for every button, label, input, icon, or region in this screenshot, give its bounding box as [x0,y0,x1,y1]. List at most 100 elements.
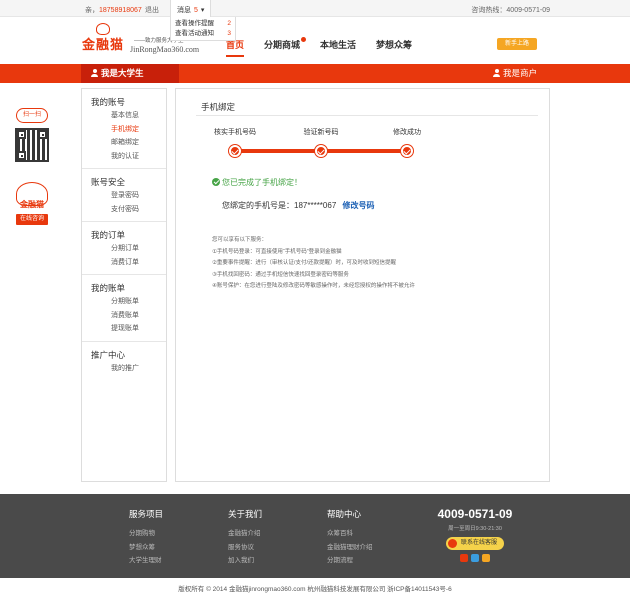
footer-hotline: 4009-0571-09 周一至周日9:30-21:30 联系在线客服 [435,507,515,562]
qr-float-panel: 扫一扫 金融猫 在线咨询 [12,108,52,225]
sidebar-group-promotion: 推广中心 我的推广 [82,342,166,381]
success-check-icon [212,178,220,186]
sidebar-item-installment-bills[interactable]: 分期账单 [82,295,166,309]
tip-line: ②重要事件提醒：进行（审核认证/支付/还款提醒）时，可及时收到短信提醒 [212,260,396,266]
sidebar-group-title: 我的订单 [91,230,126,240]
role-merchant-label: 我是商户 [503,68,538,78]
page-title: 手机绑定 [201,102,236,112]
footer-column-about: 关于我们 金融猫介绍 服务协议 加入我们 [228,508,262,568]
qq-icon[interactable] [471,554,479,562]
messages-menu[interactable]: 消息 5 ▾ [170,0,212,17]
sidebar-group-title: 账号安全 [91,177,126,187]
site-footer: 服务项目 分期购物 梦想众筹 大学生理财 关于我们 金融猫介绍 服务协议 加入我… [0,494,630,578]
account-sidebar: 我的账号 基本信息 手机绑定 邮箱绑定 我的认证 账号安全 登录密码 支付密码 … [81,88,167,482]
messages-dropdown: 查看操作提醒 2 查看活动通知 3 [170,17,236,41]
sidebar-group-title: 我的账号 [91,97,126,107]
online-consult-button[interactable]: 在线咨询 [16,214,48,225]
tip-line: ④账号保护：在您进行登陆及修改密码等敏感操作时，未经您授权的操作将不被允许 [212,283,415,289]
footer-hotline-number: 4009-0571-09 [437,507,513,521]
logo-domain: JinRongMao360.com [130,45,200,54]
footer-link[interactable]: 金融猫介绍 [228,527,262,541]
main-nav: 首页 分期商城 本地生活 梦想众筹 [226,37,432,57]
messages-count: 5 [193,7,198,14]
sidebar-item-phone-binding[interactable]: 手机绑定 [82,123,166,137]
footer-link[interactable]: 梦想众筹 [129,541,163,555]
footer-link[interactable]: 分期购物 [129,527,163,541]
bound-phone-number: 187*****067 [294,201,337,210]
top-bar: 亲，18758918067 退出 消息 5 ▾ 咨询热线：4009-0571-0… [0,0,630,17]
footer-column-services: 服务项目 分期购物 梦想众筹 大学生理财 [129,508,163,568]
sidebar-item-basic-info[interactable]: 基本信息 [82,109,166,123]
user-icon [493,69,500,77]
step-label-done: 修改成功 [393,129,421,136]
sidebar-group-title: 我的账单 [91,283,126,293]
dropdown-item-label: 查看操作提醒 [175,20,214,27]
dropdown-item-label: 查看活动通知 [175,30,214,37]
footer-heading: 服务项目 [129,509,164,519]
success-text: 您已完成了手机绑定！ [222,178,302,187]
dropdown-item-notices[interactable]: 查看活动通知 3 [175,29,231,39]
tip-line: ①手机号码登录：可直接使用“手机号码”登录到金融猫 [212,248,342,255]
sidebar-item-pay-password[interactable]: 支付密码 [82,203,166,217]
progress-steps: 核实手机号码 验证新号码 修改成功 [213,127,421,157]
dropdown-item-count: 3 [227,30,231,37]
tencent-weibo-icon[interactable] [482,554,490,562]
sidebar-item-my-promotion[interactable]: 我的推广 [82,362,166,376]
mascot-label: 金融猫 [20,200,44,209]
success-message: 您已完成了手机绑定！ [212,177,302,188]
title-divider [196,115,538,116]
copyright-text: 版权所有 © 2014 金融猫jinrongmao360.com 杭州融猫科技发… [178,586,452,593]
hot-dot-icon [301,37,307,42]
nav-local-life[interactable]: 本地生活 [320,38,356,57]
weibo-icon[interactable] [460,554,468,562]
greeting-prefix: 亲， [85,7,99,14]
footer-heading: 关于我们 [228,509,263,519]
role-student-label: 我是大学生 [101,68,144,78]
chevron-down-icon: ▾ [200,7,205,14]
sidebar-group-bills: 我的账单 分期账单 消费账单 提现账单 [82,275,166,342]
newbie-guide-badge[interactable]: 新手上路 [497,38,537,50]
footer-link[interactable]: 加入我们 [228,554,262,568]
footer-link[interactable]: 分期流程 [327,554,373,568]
logo-text: 金融猫 [82,37,125,52]
footer-heading: 帮助中心 [327,509,362,519]
footer-link[interactable]: 众筹百科 [327,527,373,541]
footer-link[interactable]: 服务协议 [228,541,262,555]
role-student-tab[interactable]: 我是大学生 [81,64,179,83]
sidebar-item-consume-bills[interactable]: 消费账单 [82,309,166,323]
footer-link[interactable]: 金融猫理财介绍 [327,541,373,555]
footer-link[interactable]: 大学生理财 [129,554,163,568]
sidebar-item-consume-orders[interactable]: 消费订单 [82,256,166,270]
greeting: 亲，18758918067 [85,5,142,15]
sidebar-item-withdraw-bills[interactable]: 提现账单 [82,322,166,336]
qr-corner [38,130,47,139]
bound-phone-label: 您绑定的手机号是： [222,201,294,210]
role-merchant-tab[interactable]: 我是商户 [493,64,537,83]
qr-corner [17,151,26,160]
sidebar-group-security: 账号安全 登录密码 支付密码 [82,169,166,222]
user-phone-link[interactable]: 18758918067 [99,7,142,14]
bound-phone-row: 您绑定的手机号是：187*****067 修改号码 [222,200,375,211]
social-links [435,554,515,562]
step-label-verify-new: 验证新号码 [303,129,339,136]
sidebar-group-title: 推广中心 [91,349,126,360]
change-number-link[interactable]: 修改号码 [343,201,375,210]
dropdown-item-reminders[interactable]: 查看操作提醒 2 [175,19,231,29]
service-tips: 您可以享有以下服务： ①手机号码登录：可直接使用“手机号码”登录到金融猫 ②重要… [212,235,415,293]
role-bar: 我是大学生 我是商户 [0,64,630,83]
sidebar-item-my-verification[interactable]: 我的认证 [82,150,166,164]
contact-service-button[interactable]: 联系在线客服 [446,537,504,550]
nav-installment-mall[interactable]: 分期商城 [264,37,307,57]
tip-line: ③手机找回密码：通过手机短信快速找回登录密码等服务 [212,271,349,278]
check-icon [315,145,327,157]
footer-column-help: 帮助中心 众筹百科 金融猫理财介绍 分期流程 [327,508,373,568]
messages-label: 消息 [177,7,191,14]
phone-binding-panel: 手机绑定 核实手机号码 验证新号码 修改成功 您已完成了手机绑定！ 您绑定的手机… [175,88,550,482]
nav-label: 分期商城 [264,40,301,50]
nav-dream-crowdfunding[interactable]: 梦想众筹 [376,38,412,57]
qr-corner [17,130,26,139]
sidebar-item-login-password[interactable]: 登录密码 [82,189,166,203]
logout-link[interactable]: 退出 [145,5,159,15]
sidebar-item-email-binding[interactable]: 邮箱绑定 [82,136,166,150]
sidebar-item-installment-orders[interactable]: 分期订单 [82,242,166,256]
